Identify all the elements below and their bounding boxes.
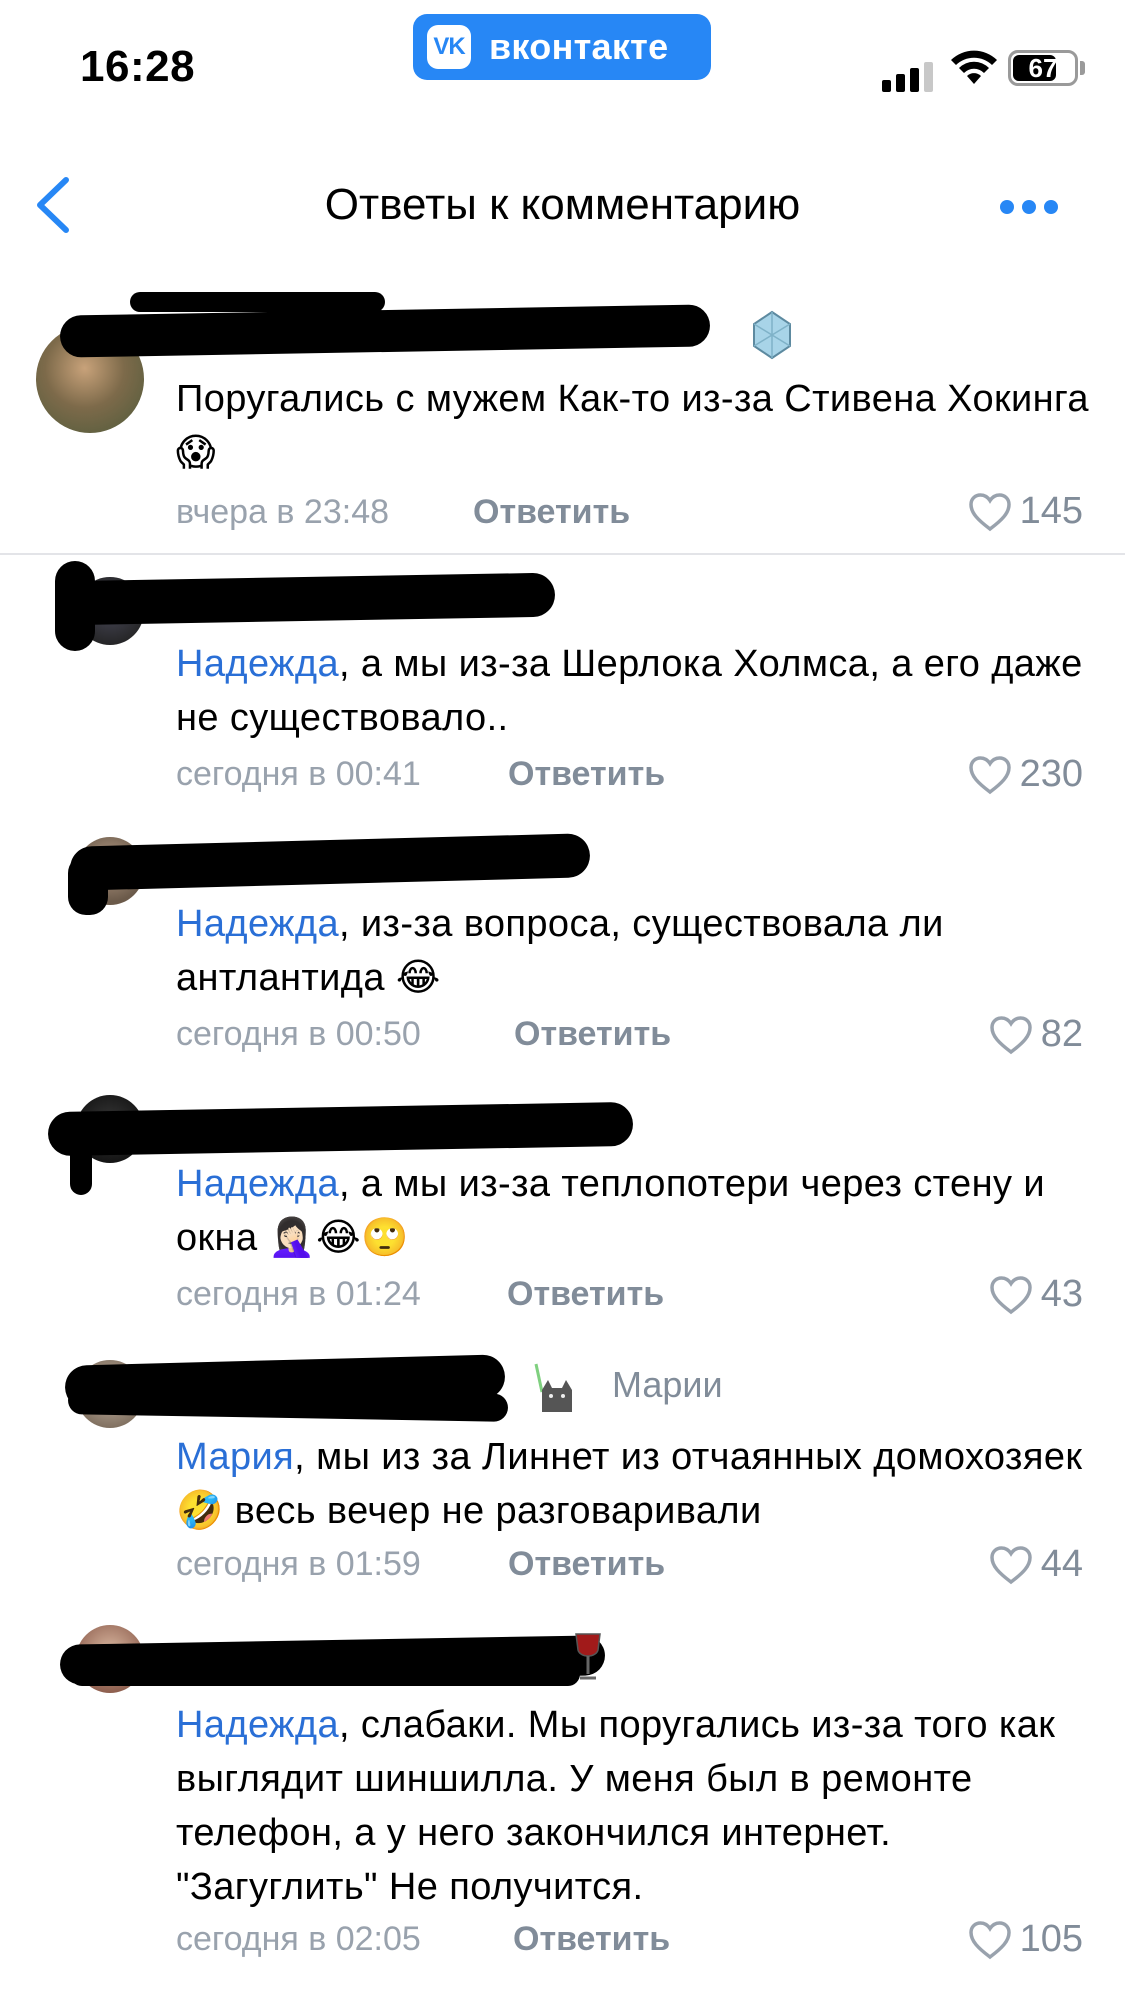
mention-link[interactable]: Надежда (176, 903, 339, 945)
redacted-author-name (70, 1662, 580, 1686)
like-count: 43 (1040, 1273, 1083, 1315)
wifi-icon (951, 50, 997, 84)
comment-text: Поругались с мужем Как-то из-за Стивена … (176, 378, 1089, 474)
comment-date: вчера в 23:48 (176, 493, 390, 531)
page-title: Ответы к комментарию (324, 180, 801, 229)
comment-item: Марии Мария, мы из за Линнет из отчаянны… (0, 1340, 1125, 1600)
vk-logo-icon: VK (427, 25, 471, 69)
app-pill-label: вконтакте (489, 26, 669, 67)
redacted-author-name (55, 561, 95, 651)
like-button[interactable]: 105 (968, 1918, 1083, 1961)
battery-icon: 67 (1008, 50, 1078, 86)
heart-icon (989, 1275, 1032, 1314)
mention-link[interactable]: Надежда (176, 1704, 339, 1746)
redacted-author-name (59, 304, 711, 358)
like-button[interactable]: 145 (968, 490, 1083, 533)
like-count: 44 (1040, 1543, 1083, 1585)
reply-button[interactable]: Ответить (514, 1015, 671, 1054)
comment-text: Надежда, слабаки. Мы поругались из-за то… (176, 1704, 1056, 1908)
reply-button[interactable]: Ответить (507, 1275, 664, 1314)
like-button[interactable]: 44 (989, 1543, 1083, 1586)
mention-link[interactable]: Мария (176, 1436, 294, 1478)
cat-icon (534, 1363, 572, 1412)
signal-icon (882, 62, 933, 92)
like-button[interactable]: 43 (989, 1273, 1083, 1316)
comment-item: Надежда, из-за вопроса, существовала ли … (0, 815, 1125, 1065)
comment-date: сегодня в 01:24 (176, 1275, 421, 1313)
comment-item: Надежда, а мы из-за Шерлока Холмса, а ег… (0, 555, 1125, 805)
gem-icon (753, 310, 791, 360)
redacted-author-name (130, 292, 385, 312)
like-count: 145 (1019, 490, 1083, 532)
comment-text: Надежда, из-за вопроса, существовала ли … (176, 903, 944, 999)
like-button[interactable]: 230 (968, 753, 1083, 796)
comment-date: сегодня в 01:59 (176, 1545, 421, 1583)
heart-icon (968, 1920, 1011, 1959)
heart-icon (968, 492, 1011, 531)
battery-cap (1080, 61, 1085, 75)
status-time: 16:28 (80, 42, 196, 91)
mention-link[interactable]: Надежда (176, 643, 339, 685)
reply-button[interactable]: Ответить (513, 1920, 670, 1959)
comment-text: Мария, мы из за Линнет из отчаянных домо… (176, 1436, 1083, 1532)
reply-to-label[interactable]: Марии (612, 1364, 723, 1406)
comment-text: Надежда, а мы из-за теплопотери через ст… (176, 1163, 1045, 1259)
heart-icon (989, 1545, 1032, 1584)
redacted-author-name (54, 572, 556, 626)
mention-link[interactable]: Надежда (176, 1163, 339, 1205)
comment-date: сегодня в 00:41 (176, 755, 421, 793)
redacted-author-name (70, 1115, 92, 1195)
reply-button[interactable]: Ответить (508, 755, 665, 794)
comment-date: сегодня в 00:50 (176, 1015, 421, 1053)
comment-text: Надежда, а мы из-за Шерлока Холмса, а ег… (176, 643, 1083, 739)
comment-item: Надежда, слабаки. Мы поругались из-за то… (0, 1610, 1125, 1990)
wine-glass-icon (575, 1633, 601, 1680)
comment-item: Надежда, а мы из-за теплопотери через ст… (0, 1075, 1125, 1330)
redacted-author-name (68, 855, 108, 915)
heart-icon (968, 755, 1011, 794)
status-bar: 16:28 VK вконтакте 67 (0, 0, 1125, 130)
battery-level: 67 (1028, 52, 1058, 83)
like-count: 82 (1040, 1013, 1083, 1055)
comment-item: Поругались с мужем Как-то из-за Стивена … (0, 280, 1125, 550)
comment-date: сегодня в 02:05 (176, 1920, 421, 1958)
reply-button[interactable]: Ответить (473, 493, 630, 532)
nav-bar: Ответы к комментарию (0, 150, 1125, 270)
app-pill[interactable]: VK вконтакте (413, 14, 711, 80)
like-count: 230 (1019, 753, 1083, 795)
like-count: 105 (1019, 1918, 1083, 1960)
heart-icon (989, 1015, 1032, 1054)
more-dots-icon[interactable] (1000, 192, 1070, 222)
like-button[interactable]: 82 (989, 1013, 1083, 1056)
reply-button[interactable]: Ответить (508, 1545, 665, 1584)
redacted-author-name (47, 1101, 634, 1157)
redacted-author-name (69, 833, 591, 891)
